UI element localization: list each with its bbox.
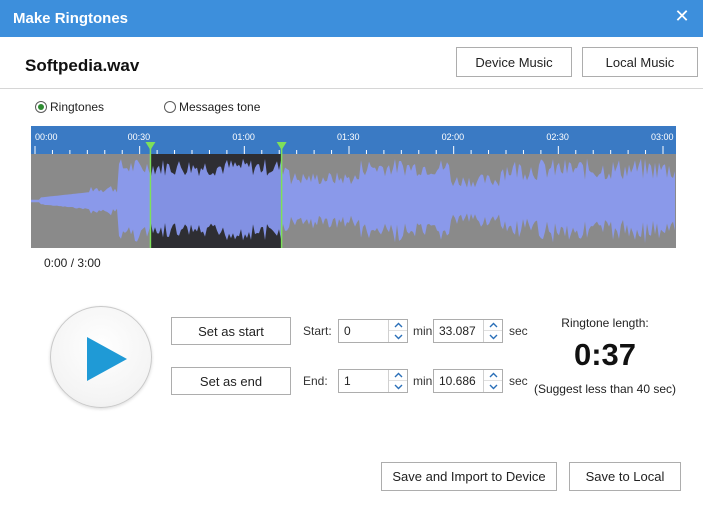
end-sec-arrows — [483, 370, 502, 392]
end-sec-input[interactable] — [434, 370, 484, 392]
tick-label: 00:00 — [35, 132, 58, 142]
start-min-arrows — [388, 320, 407, 342]
start-min-unit: min — [413, 324, 433, 338]
end-min-unit: min — [413, 374, 433, 388]
ringtone-length-value: 0:37 — [573, 337, 637, 372]
tick-label: 01:30 — [337, 132, 360, 142]
end-min-down-icon[interactable] — [389, 381, 407, 392]
waveform-editor[interactable]: 00:00 00:30 01:00 01:30 02:00 02:30 03:00 — [31, 126, 676, 248]
end-min-input[interactable] — [339, 370, 389, 392]
title-bar: Make Ringtones ✕ — [0, 0, 703, 37]
radio-ringtones-label: Ringtones — [50, 100, 105, 114]
save-and-import-button[interactable]: Save and Import to Device — [381, 462, 557, 491]
tick-label: 02:30 — [546, 132, 569, 142]
radio-messages-tone-label: Messages tone — [179, 100, 261, 114]
tick-label: 00:30 — [128, 132, 151, 142]
ringtone-length-hint: (Suggest less than 40 sec) — [533, 382, 677, 396]
end-sec-up-icon[interactable] — [484, 370, 502, 381]
start-sec-stepper — [433, 319, 503, 343]
window-title: Make Ringtones — [13, 10, 129, 27]
set-as-end-button[interactable]: Set as end — [171, 367, 291, 395]
time-display: 0:00 / 3:00 — [44, 256, 101, 270]
play-button[interactable] — [50, 306, 152, 408]
start-sec-input[interactable] — [434, 320, 484, 342]
start-sec-arrows — [483, 320, 502, 342]
end-sec-unit: sec — [509, 374, 528, 388]
ringtone-length-label: Ringtone length: — [561, 316, 649, 330]
start-label: Start: — [303, 324, 332, 338]
end-min-stepper — [338, 369, 408, 393]
start-min-input[interactable] — [339, 320, 389, 342]
start-sec-down-icon[interactable] — [484, 331, 502, 342]
radio-messages-tone[interactable]: Messages tone — [164, 100, 260, 114]
close-icon[interactable]: ✕ — [670, 4, 694, 28]
end-sec-down-icon[interactable] — [484, 381, 502, 392]
radio-messages-tone-indicator — [164, 101, 176, 113]
local-music-button[interactable]: Local Music — [582, 47, 698, 77]
radio-ringtones-indicator — [35, 101, 47, 113]
end-sec-stepper — [433, 369, 503, 393]
start-min-down-icon[interactable] — [389, 331, 407, 342]
save-to-local-button[interactable]: Save to Local — [569, 462, 681, 491]
device-music-button[interactable]: Device Music — [456, 47, 572, 77]
play-icon — [87, 337, 127, 381]
end-min-up-icon[interactable] — [389, 370, 407, 381]
start-min-stepper — [338, 319, 408, 343]
end-min-arrows — [388, 370, 407, 392]
radio-ringtones[interactable]: Ringtones — [35, 100, 104, 114]
end-label: End: — [303, 374, 328, 388]
start-sec-unit: sec — [509, 324, 528, 338]
start-min-up-icon[interactable] — [389, 320, 407, 331]
set-as-start-button[interactable]: Set as start — [171, 317, 291, 345]
tick-label: 02:00 — [442, 132, 465, 142]
file-name: Softpedia.wav — [25, 56, 140, 75]
tick-label: 03:00 — [651, 132, 674, 142]
tick-label: 01:00 — [232, 132, 255, 142]
start-sec-up-icon[interactable] — [484, 320, 502, 331]
